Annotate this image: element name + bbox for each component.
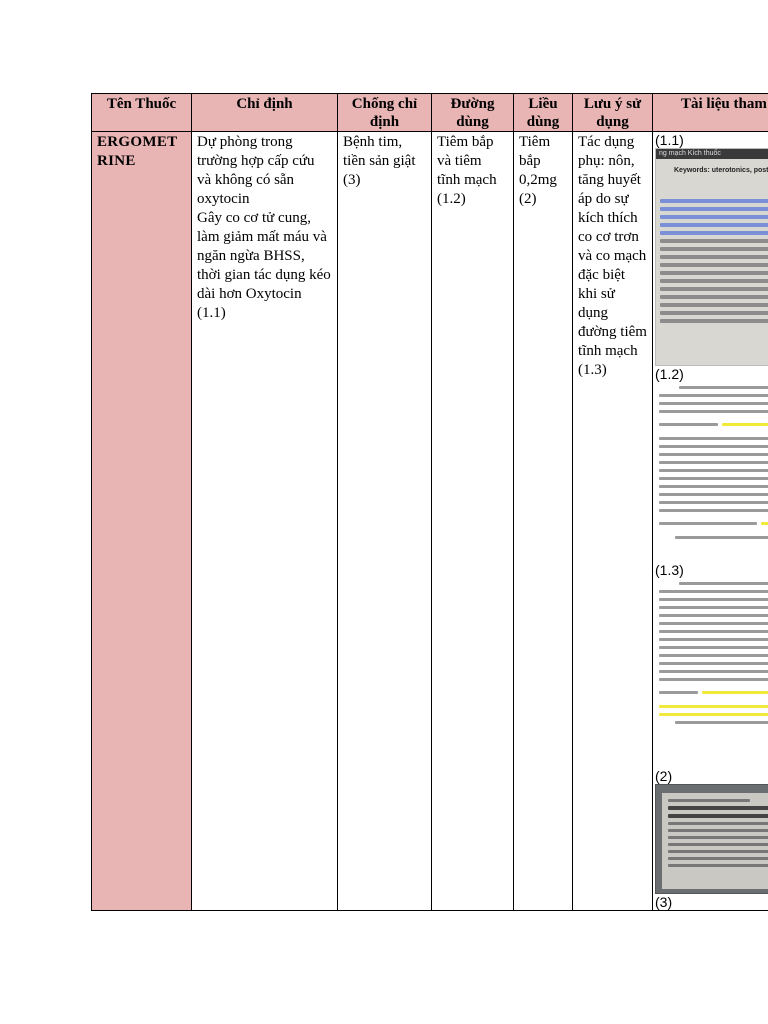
header-route: Đường dùng xyxy=(431,93,514,132)
cell-indication: Dự phòng trong trường hợp cấp cứu và khô… xyxy=(191,131,338,911)
reference-label: (1.3) xyxy=(655,562,684,578)
cell-drug-name: ERGOMET RINE xyxy=(91,131,192,911)
document-page: Tên Thuốc Chỉ định Chống chỉ định Đường … xyxy=(0,0,768,1024)
reference-label: (2) xyxy=(655,768,673,784)
reference-1-2: (1.2) xyxy=(653,366,768,550)
thumb-keywords: Keywords: uterotonics, postp xyxy=(674,167,768,174)
cell-route: Tiêm bắp và tiêm tĩnh mạch (1.2) xyxy=(431,131,514,911)
cell-contraindication: Bệnh tim, tiền sản giật (3) xyxy=(337,131,432,911)
table-row: ERGOMET RINE Dự phòng trong trường hợp c… xyxy=(91,131,768,911)
reference-text-image xyxy=(655,382,768,550)
reference-label: (1.2) xyxy=(655,366,684,382)
reference-1-1: (1.1) ng mạch Kích thuốc Keywords: utero… xyxy=(653,132,768,366)
reference-1-3: (1.3) xyxy=(653,562,768,758)
header-dose: Liều dùng xyxy=(513,93,573,132)
reference-2: (2) xyxy=(653,768,768,894)
reference-label: (1.1) xyxy=(655,132,684,148)
drug-table: Tên Thuốc Chỉ định Chống chỉ định Đường … xyxy=(91,93,768,911)
header-indication: Chỉ định xyxy=(191,93,338,132)
header-contraindication: Chống chỉ định xyxy=(337,93,432,132)
reference-text-image xyxy=(655,578,768,758)
thumb-topbar: ng mạch Kích thuốc xyxy=(656,149,768,159)
header-drug-name: Tên Thuốc xyxy=(91,93,192,132)
reference-paper-photo xyxy=(655,784,768,894)
header-notes: Lưu ý sử dụng xyxy=(572,93,653,132)
cell-dose: Tiêm bắp 0,2mg (2) xyxy=(513,131,573,911)
cell-references: (1.1) ng mạch Kích thuốc Keywords: utero… xyxy=(652,131,768,911)
reference-label: (3) xyxy=(655,894,673,910)
cell-notes: Tác dụng phụ: nôn, tăng huyết áp do sự k… xyxy=(572,131,653,911)
reference-screenshot-image: ng mạch Kích thuốc Keywords: uterotonics… xyxy=(655,148,768,366)
header-row: Tên Thuốc Chỉ định Chống chỉ định Đường … xyxy=(91,93,768,132)
reference-3: (3) xyxy=(653,894,768,910)
header-references: Tài liệu tham xyxy=(652,93,768,132)
